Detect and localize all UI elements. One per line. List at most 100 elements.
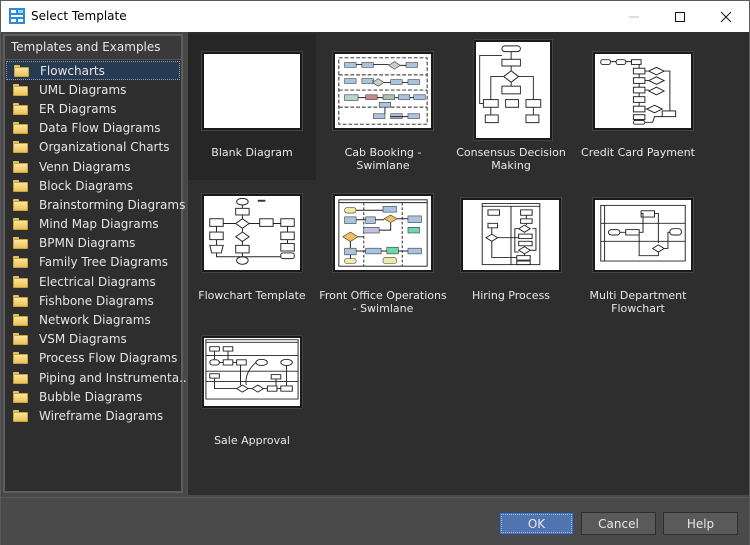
template-gallery: Blank Diagram Cab Booking - Swimlane Conse… [186, 32, 749, 495]
folder-icon [13, 83, 28, 96]
template-label: Credit Card Payment [581, 146, 695, 159]
sidebar-item-er-diagrams[interactable]: ER Diagrams [5, 99, 181, 118]
folder-icon [13, 371, 28, 384]
sidebar-item-family-tree-diagrams[interactable]: Family Tree Diagrams [5, 253, 181, 272]
template-label: Sale Approval [214, 434, 290, 447]
template-app-icon [9, 8, 25, 24]
folder-icon [13, 179, 28, 192]
template-thumbnail [202, 336, 302, 408]
template-multi-department-flowchart[interactable]: Multi Department Flowchart [574, 180, 702, 323]
sidebar-item-data-flow-diagrams[interactable]: Data Flow Diagrams [5, 119, 181, 138]
minimize-icon [629, 16, 639, 17]
sidebar-item-network-diagrams[interactable]: Network Diagrams [5, 310, 181, 329]
sidebar-item-label: Process Flow Diagrams [39, 351, 178, 366]
template-thumbnail [461, 198, 561, 272]
sidebar-item-label: Piping and Instrumenta... [39, 370, 191, 385]
template-credit-card-payment[interactable]: Credit Card Payment [574, 34, 702, 180]
folder-icon [13, 237, 28, 250]
template-label: Consensus Decision Making [456, 146, 566, 172]
cancel-button[interactable]: Cancel [581, 512, 656, 535]
ok-button[interactable]: OK [499, 512, 574, 535]
title-bar: Select Template [1, 1, 749, 32]
sidebar-item-bubble-diagrams[interactable]: Bubble Diagrams [5, 387, 181, 406]
folder-icon [13, 218, 28, 231]
sidebar-item-block-diagrams[interactable]: Block Diagrams [5, 176, 181, 195]
sidebar-item-label: Organizational Charts [39, 140, 170, 155]
sidebar-item-label: Family Tree Diagrams [39, 255, 169, 270]
category-panel: Templates and Examples Flowcharts UML Dia… [3, 34, 191, 493]
template-thumbnail [333, 52, 433, 130]
sidebar-item-label: Flowcharts [40, 63, 105, 78]
template-hiring-process[interactable]: Hiring Process [447, 180, 575, 323]
sidebar-item-label: Data Flow Diagrams [39, 121, 161, 136]
folder-icon [13, 102, 28, 115]
template-blank-diagram[interactable]: Blank Diagram [188, 34, 316, 180]
sidebar-item-flowcharts[interactable]: Flowcharts [6, 61, 180, 81]
sidebar-item-label: Wireframe Diagrams [39, 408, 164, 423]
sidebar-item-mind-map-diagrams[interactable]: Mind Map Diagrams [5, 215, 181, 234]
template-cab-booking-swimlane[interactable]: Cab Booking - Swimlane [319, 34, 447, 180]
sidebar-item-fishbone-diagrams[interactable]: Fishbone Diagrams [5, 291, 181, 310]
sidebar-item-piping-and-instrumenta[interactable]: Piping and Instrumenta... [5, 368, 191, 387]
template-thumbnail [333, 194, 433, 272]
sidebar-item-organizational-charts[interactable]: Organizational Charts [5, 138, 181, 157]
folder-icon [13, 333, 28, 346]
template-thumbnail [474, 40, 552, 140]
sidebar-item-label: Venn Diagrams [39, 159, 131, 174]
sidebar-item-vsm-diagrams[interactable]: VSM Diagrams [5, 330, 181, 349]
template-sale-approval[interactable]: Sale Approval [188, 324, 316, 468]
template-front-office-operations-swimlane[interactable]: Front Office Operations - Swimlane [319, 180, 447, 323]
sidebar-item-uml-diagrams[interactable]: UML Diagrams [5, 80, 181, 99]
template-flowchart-template[interactable]: Flowchart Template [188, 180, 316, 323]
sidebar-item-wireframe-diagrams[interactable]: Wireframe Diagrams [5, 406, 181, 425]
close-button[interactable] [703, 1, 749, 32]
sidebar-item-brainstorming-diagrams[interactable]: Brainstorming Diagrams [5, 195, 185, 214]
template-consensus-decision-making[interactable]: Consensus Decision Making [447, 34, 575, 180]
folder-icon [13, 390, 28, 403]
sidebar-item-label: Network Diagrams [39, 313, 151, 328]
template-thumbnail [202, 194, 302, 272]
sidebar-item-venn-diagrams[interactable]: Venn Diagrams [5, 157, 181, 176]
folder-icon [13, 141, 28, 154]
folder-icon [13, 256, 28, 269]
sidebar-item-label: Brainstorming Diagrams [39, 197, 186, 212]
close-icon [720, 11, 732, 22]
sidebar-item-label: BPMN Diagrams [39, 236, 136, 251]
folder-icon [13, 275, 28, 288]
dialog-footer: OK Cancel Help [1, 497, 749, 545]
folder-icon [13, 198, 28, 211]
template-label: Flowchart Template [198, 289, 306, 302]
category-tree: Flowcharts UML Diagrams ER Diagrams Data Fl… [5, 61, 191, 426]
sidebar-item-label: Block Diagrams [39, 178, 134, 193]
template-thumbnail [593, 198, 693, 272]
template-label: Cab Booking - Swimlane [344, 146, 422, 172]
window-title: Select Template [31, 9, 127, 23]
select-template-dialog: Select Template Templates and Examples F… [0, 0, 750, 545]
sidebar-item-process-flow-diagrams[interactable]: Process Flow Diagrams [5, 349, 181, 368]
sidebar-item-label: Mind Map Diagrams [39, 217, 159, 232]
template-label: Multi Department Flowchart [589, 289, 687, 315]
help-button[interactable]: Help [663, 512, 738, 535]
folder-icon [13, 409, 28, 422]
sidebar-item-label: Electrical Diagrams [39, 274, 156, 289]
folder-icon [14, 64, 29, 77]
folder-icon [13, 160, 28, 173]
maximize-button[interactable] [657, 1, 703, 32]
folder-icon [13, 352, 28, 365]
folder-icon [13, 294, 28, 307]
template-label: Hiring Process [471, 289, 551, 302]
sidebar-item-label: Fishbone Diagrams [39, 293, 154, 308]
sidebar-item-label: Bubble Diagrams [39, 389, 143, 404]
template-thumbnail [593, 52, 693, 130]
sidebar-item-bpmn-diagrams[interactable]: BPMN Diagrams [5, 234, 181, 253]
folder-icon [13, 122, 28, 135]
maximize-icon [675, 11, 685, 22]
sidebar-item-label: ER Diagrams [39, 101, 117, 116]
minimize-button[interactable] [611, 1, 657, 32]
sidebar-item-electrical-diagrams[interactable]: Electrical Diagrams [5, 272, 181, 291]
template-thumbnail [202, 52, 302, 130]
category-header: Templates and Examples [5, 36, 181, 60]
template-label: Blank Diagram [211, 146, 293, 159]
template-label: Front Office Operations - Swimlane [319, 289, 447, 315]
sidebar-item-label: VSM Diagrams [39, 332, 127, 347]
